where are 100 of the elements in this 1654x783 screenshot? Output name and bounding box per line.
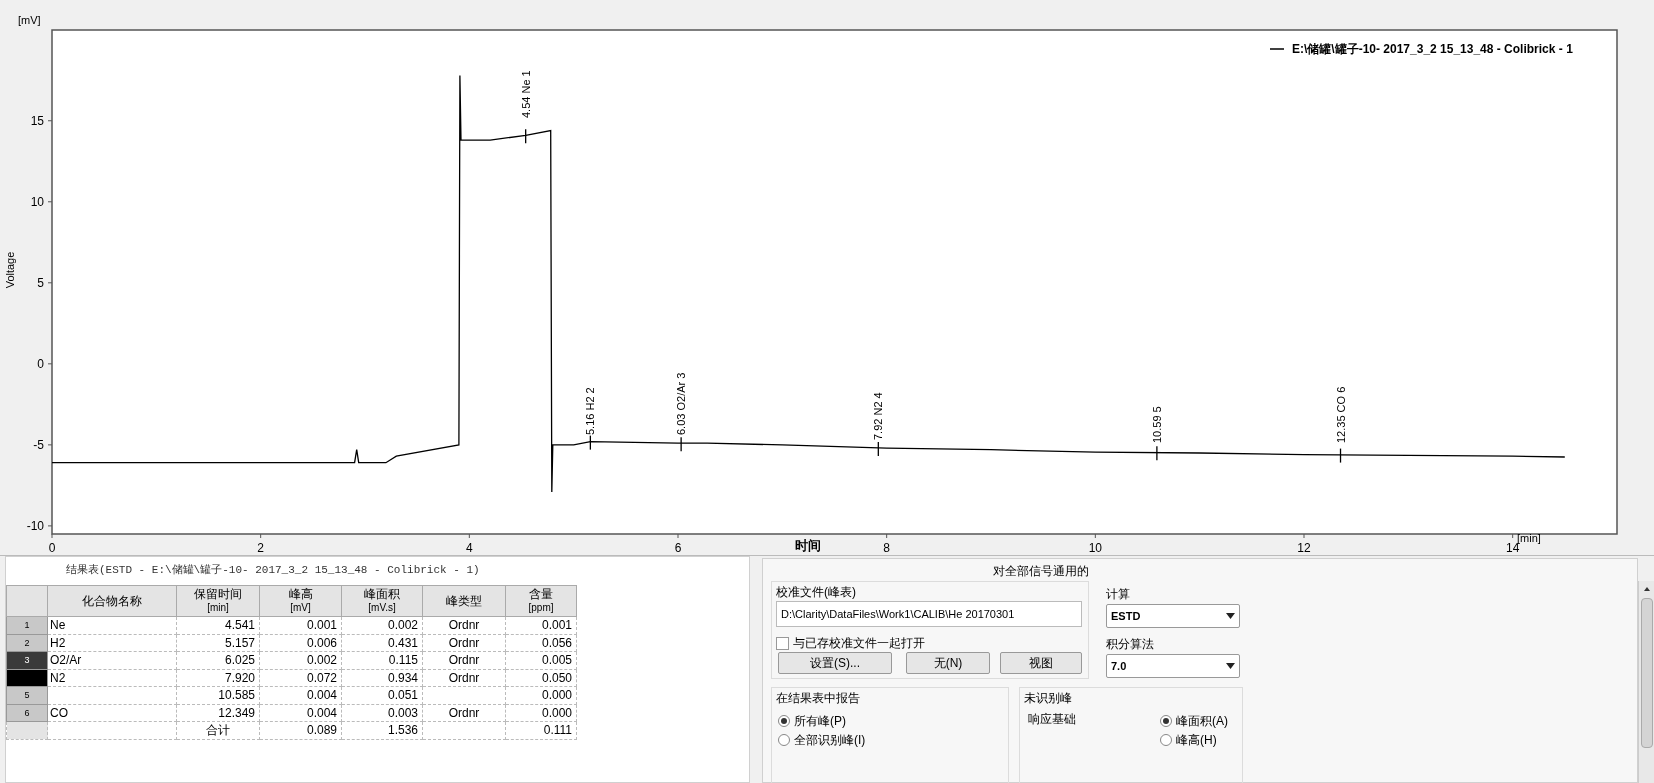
table-cell: Ordnr (422, 704, 506, 722)
table-cell: 10.585 (176, 686, 260, 704)
y-unit-label: [mV] (18, 14, 41, 26)
x-tick-label: 0 (48, 541, 56, 555)
table-cell: 4.541 (176, 616, 260, 634)
column-header[interactable]: 保留时间 [min] (176, 585, 260, 617)
radio-button[interactable] (778, 734, 790, 746)
table-cell: 0.431 (341, 634, 423, 652)
y-tick-label: -10 (26, 518, 44, 533)
table-cell: 0.089 (259, 721, 342, 739)
group-label: 在结果表中报告 (776, 690, 860, 707)
peak-label: 10.59 5 (1150, 406, 1163, 443)
table-cell: Ne (47, 616, 177, 634)
table-cell: 0.111 (505, 721, 577, 739)
table-cell: N2 (47, 669, 177, 687)
scroll-thumb[interactable] (1640, 598, 1653, 748)
peak-marker (525, 128, 527, 144)
table-cell: 0.056 (505, 634, 577, 652)
settings-title: 对全部信号通用的 (993, 563, 1089, 580)
radio-button[interactable] (1160, 734, 1172, 746)
group-label: 未识别峰 (1024, 690, 1072, 707)
checkbox-label: 与已存校准文件一起打开 (793, 635, 925, 652)
field-label: 响应基础 (1028, 711, 1076, 728)
field-label: 计算 (1106, 586, 1130, 603)
table-cell: H2 (47, 634, 177, 652)
table-cell: 0.004 (259, 704, 342, 722)
y-tick-label: 10 (30, 194, 44, 209)
table-cell: Ordnr (422, 651, 506, 669)
x-tick-label: 2 (257, 541, 264, 555)
column-header[interactable]: 含量 [ppm] (505, 585, 577, 617)
table-cell: 0.004 (259, 686, 342, 704)
peak-marker (1156, 445, 1158, 461)
radio-button[interactable] (778, 715, 790, 727)
caret-icon (1226, 663, 1235, 669)
legend-label: E:\储罐\罐子-10- 2017_3_2 15_13_48 - Colibrick - 1 (1292, 42, 1573, 56)
y-axis-title: Voltage (4, 251, 16, 289)
table-cell: 1.536 (341, 721, 423, 739)
peak-label: 5.16 H2 2 (584, 387, 597, 435)
table-cell: 0.001 (505, 616, 577, 634)
table-cell: Ordnr (422, 669, 506, 687)
table-cell: 0.934 (341, 669, 423, 687)
column-header[interactable]: 峰类型 (422, 585, 506, 617)
peak-marker (589, 435, 591, 451)
x-tick-label: 10 (1088, 541, 1102, 555)
y-tick-label: 0 (37, 356, 44, 371)
results-caption: 结果表(ESTD - E:\储罐\罐子-10- 2017_3_2 15_13_48 - Colibrick - 1) (65, 563, 481, 578)
column-header[interactable]: 峰面积 [mV.s] (341, 585, 423, 617)
calculation-dropdown[interactable]: ESTD (1106, 604, 1240, 628)
radio-label: 全部识别峰(I) (794, 732, 866, 749)
x-unit-label: [min] (1517, 532, 1541, 544)
radio-button[interactable] (1160, 715, 1172, 727)
table-cell: 0.002 (259, 651, 342, 669)
peak-label: 12.35 CO 6 (1334, 386, 1347, 443)
action-button[interactable]: 设置(S)... (778, 652, 892, 674)
x-axis-title: 时间 (795, 538, 822, 553)
radio-label: 峰高(H) (1176, 732, 1217, 749)
peak-marker (877, 441, 879, 457)
table-cell: 0.000 (505, 686, 577, 704)
group-label: 校准文件(峰表) (776, 584, 856, 601)
table-cell: 12.349 (176, 704, 260, 722)
y-tick-label: 15 (30, 113, 44, 128)
table-cell: 0.050 (505, 669, 577, 687)
x-tick-label: 4 (466, 541, 473, 555)
peak-label: 6.03 O2/Ar 3 (675, 372, 688, 435)
column-header[interactable]: 化合物名称 (47, 585, 177, 617)
radio-label: 所有峰(P) (794, 713, 846, 730)
table-cell: 0.115 (341, 651, 423, 669)
peak-marker (1339, 447, 1342, 464)
action-button[interactable]: 无(N) (906, 652, 990, 674)
x-tick-label: 8 (883, 541, 890, 555)
total-label: 合计 (176, 721, 260, 739)
table-cell: 0.001 (259, 616, 342, 634)
table-cell: Ordnr (422, 634, 506, 652)
checkbox[interactable] (776, 636, 789, 650)
calibration-file-field[interactable]: D:\Clarity\DataFiles\Work1\CALIB\He 20170301 (776, 601, 1082, 627)
table-cell: 0.072 (259, 669, 342, 687)
table-cell: 0.003 (341, 704, 423, 722)
scrollbar[interactable] (1638, 581, 1654, 783)
table-cell: CO (47, 704, 177, 722)
table-cell: 0.051 (341, 686, 423, 704)
algorithm-dropdown[interactable]: 7.0 (1106, 654, 1240, 678)
y-tick-label: -5 (33, 437, 44, 452)
x-tick-label: 12 (1297, 541, 1311, 555)
caret-icon (1226, 613, 1235, 619)
y-tick-label: 5 (37, 275, 44, 290)
peak-marker (680, 436, 682, 452)
table-cell: O2/Ar (47, 651, 177, 669)
column-header[interactable]: 峰高 [mV] (259, 585, 342, 617)
peak-label: 7.92 N2 4 (872, 392, 885, 440)
table-cell: 0.005 (505, 651, 577, 669)
table-cell: 0.002 (341, 616, 423, 634)
radio-label: 峰面积(A) (1176, 713, 1228, 730)
action-button[interactable]: 视图 (1000, 652, 1082, 674)
table-cell: 5.157 (176, 634, 260, 652)
x-tick-label: 6 (674, 541, 682, 555)
table-cell: 0.006 (259, 634, 342, 652)
table-cell: 0.000 (505, 704, 577, 722)
table-cell: 6.025 (176, 651, 260, 669)
corner-cell (6, 585, 48, 617)
table-cell: Ordnr (422, 616, 506, 634)
